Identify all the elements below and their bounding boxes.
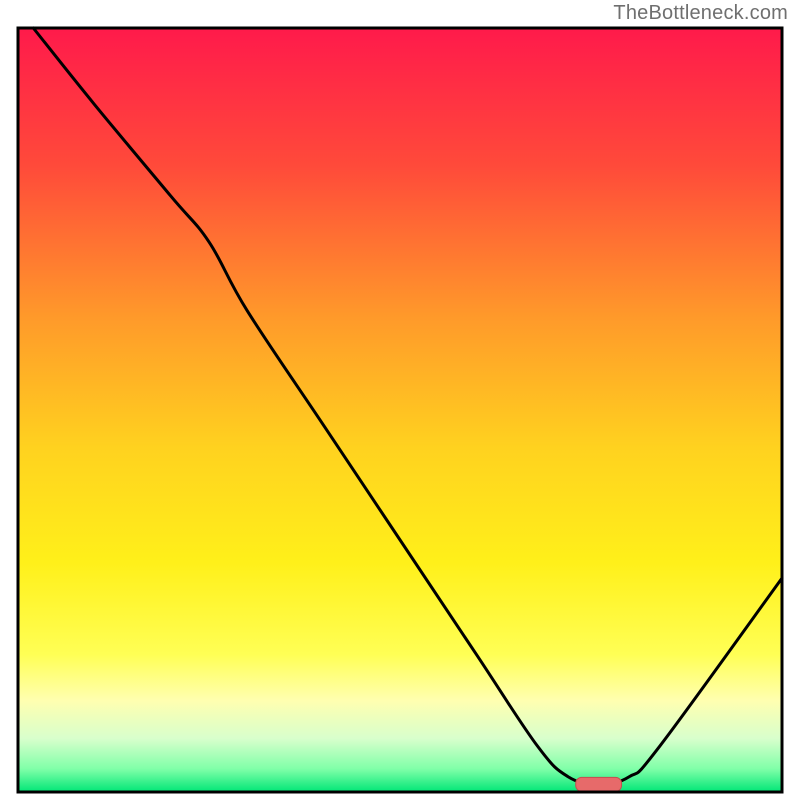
watermark-text: TheBottleneck.com xyxy=(613,2,788,25)
chart-canvas xyxy=(0,0,800,800)
optimum-marker xyxy=(576,777,622,791)
plot-area xyxy=(18,28,782,792)
